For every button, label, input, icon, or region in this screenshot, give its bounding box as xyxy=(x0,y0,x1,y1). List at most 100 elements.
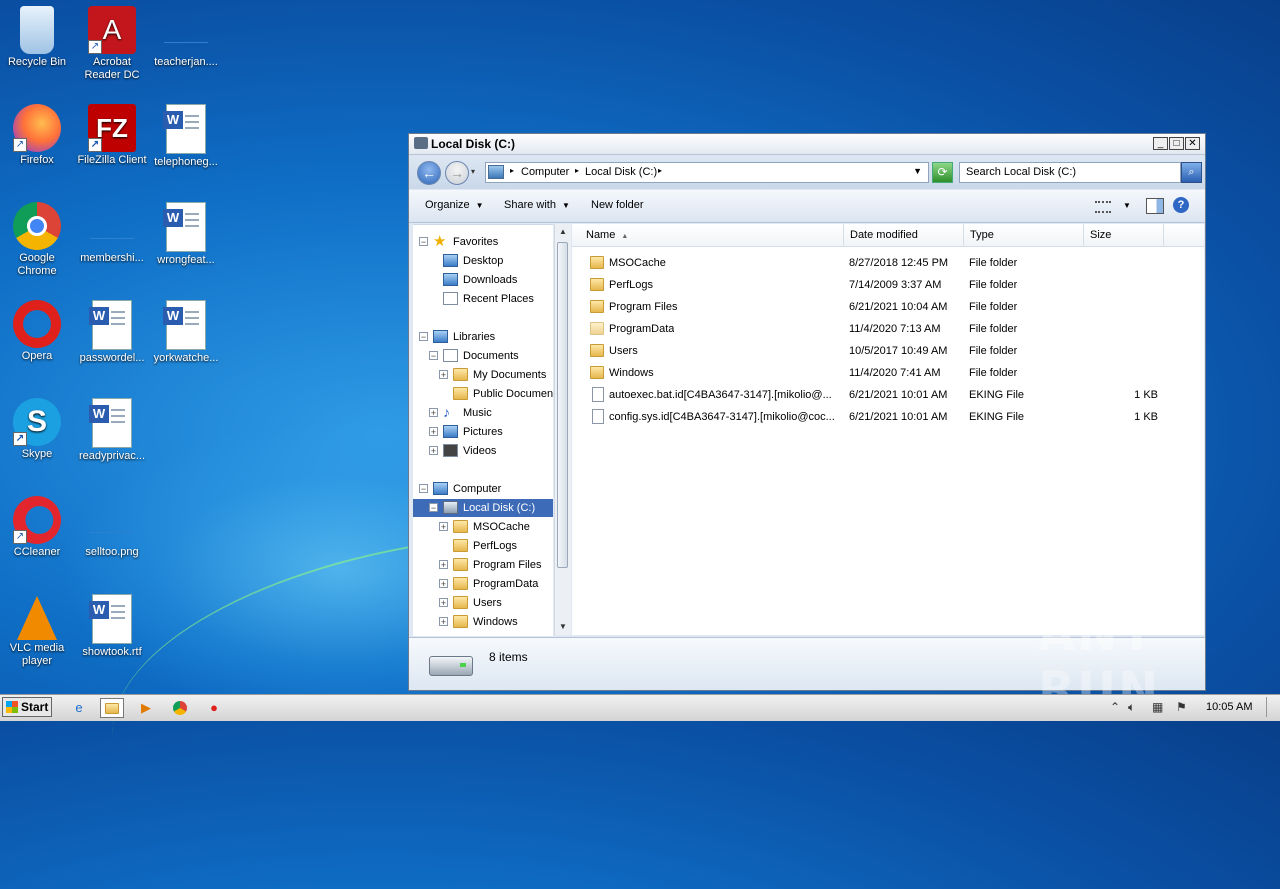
desktop-icon-showtook[interactable]: W showtook.rtf xyxy=(75,588,149,659)
preview-pane-icon[interactable] xyxy=(1146,198,1164,214)
collapse-icon[interactable]: − xyxy=(419,484,428,494)
column-name[interactable]: Name ▲ xyxy=(572,224,844,246)
nav-music[interactable]: + ♪ Music xyxy=(413,404,553,422)
file-row[interactable]: config.sys.id[C4BA3647-3147].[mikolio@co… xyxy=(572,406,1204,428)
desktop-icon-membershi[interactable]: membershi... xyxy=(75,196,149,265)
expand-icon[interactable]: + xyxy=(439,579,448,589)
file-row[interactable]: Windows 11/4/2020 7:41 AM File folder xyxy=(572,362,1204,384)
breadcrumb-chevron-icon[interactable]: ▸ xyxy=(658,166,662,175)
opera-taskbar-icon[interactable]: ● xyxy=(202,698,226,718)
desktop-icon-yorkwatche[interactable]: W yorkwatche... xyxy=(149,294,223,365)
file-row[interactable]: MSOCache 8/27/2018 12:45 PM File folder xyxy=(572,252,1204,274)
nav-public-documents[interactable]: Public Documents xyxy=(413,385,553,403)
desktop-icon-vlc[interactable]: VLC media player xyxy=(0,588,74,668)
desktop-icon-acrobat[interactable]: A ↗ Acrobat Reader DC xyxy=(75,0,149,82)
maximize-button[interactable]: □ xyxy=(1169,137,1184,150)
chrome-taskbar-icon[interactable] xyxy=(168,698,192,718)
address-bar[interactable]: ▸ Computer ▸ Local Disk (C:) ▸ ▼ xyxy=(485,162,929,183)
taskbar-explorer-button[interactable] xyxy=(100,698,124,718)
show-desktop-button[interactable] xyxy=(1266,697,1279,717)
breadcrumb-local-disk[interactable]: Local Disk (C:) xyxy=(585,166,657,178)
desktop-icon-opera[interactable]: Opera xyxy=(0,294,74,363)
nav-documents[interactable]: − Documents xyxy=(413,347,553,365)
breadcrumb-chevron-icon[interactable]: ▸ xyxy=(510,166,514,175)
expand-icon[interactable]: + xyxy=(439,617,448,627)
desktop-icon-chrome[interactable]: Google Chrome xyxy=(0,196,74,278)
desktop-icon-selltoo[interactable]: selltoo.png xyxy=(75,490,149,559)
view-options-chevron-icon[interactable]: ▼ xyxy=(1123,201,1131,210)
expand-icon[interactable]: + xyxy=(439,370,448,380)
recent-pages-chevron-icon[interactable]: ▾ xyxy=(471,167,475,176)
nav-downloads[interactable]: Downloads xyxy=(413,271,553,289)
column-size[interactable]: Size xyxy=(1084,224,1164,246)
expand-icon[interactable]: + xyxy=(429,446,438,456)
network-icon[interactable]: ▦ xyxy=(1152,700,1163,714)
breadcrumb-computer[interactable]: Computer xyxy=(521,166,569,178)
close-button[interactable]: ✕ xyxy=(1185,137,1200,150)
scroll-down-icon[interactable]: ▼ xyxy=(555,619,571,635)
file-row[interactable]: autoexec.bat.id[C4BA3647-3147].[mikolio@… xyxy=(572,384,1204,406)
nav-program-files[interactable]: + Program Files xyxy=(413,556,553,574)
desktop-icon-filezilla[interactable]: FZ ↗ FileZilla Client xyxy=(75,98,149,167)
file-row[interactable]: Users 10/5/2017 10:49 AM File folder xyxy=(572,340,1204,362)
nav-libraries[interactable]: − Libraries xyxy=(413,328,553,346)
collapse-icon[interactable]: − xyxy=(429,351,438,361)
nav-msocache[interactable]: + MSOCache xyxy=(413,518,553,536)
nav-recent-places[interactable]: Recent Places xyxy=(413,290,553,308)
new-folder-button[interactable]: New folder xyxy=(591,199,644,211)
desktop-icon-skype[interactable]: S ↗ Skype xyxy=(0,392,74,461)
collapse-icon[interactable]: − xyxy=(419,332,428,342)
column-type[interactable]: Type xyxy=(964,224,1084,246)
desktop-icon-firefox[interactable]: ↗ Firefox xyxy=(0,98,74,167)
clock[interactable]: 10:05 AM xyxy=(1206,701,1252,713)
file-row[interactable]: Program Files 6/21/2021 10:04 AM File fo… xyxy=(572,296,1204,318)
forward-button[interactable]: → xyxy=(445,161,469,185)
collapse-icon[interactable]: − xyxy=(419,237,428,247)
desktop-icon-wrongfeat[interactable]: W wrongfeat... xyxy=(149,196,223,267)
nav-scrollbar[interactable]: ▲ ▼ xyxy=(554,224,571,635)
refresh-button[interactable]: ⟳ xyxy=(932,162,953,183)
expand-icon[interactable]: + xyxy=(439,560,448,570)
scroll-thumb[interactable] xyxy=(557,242,568,568)
nav-perflogs[interactable]: PerfLogs xyxy=(413,537,553,555)
scroll-up-icon[interactable]: ▲ xyxy=(555,224,571,240)
help-icon[interactable]: ? xyxy=(1173,197,1189,213)
desktop-icon-telephoneg[interactable]: W telephoneg... xyxy=(149,98,223,169)
change-view-icon[interactable] xyxy=(1095,201,1111,213)
back-button[interactable]: ← xyxy=(417,161,441,185)
address-dropdown-icon[interactable]: ▼ xyxy=(913,166,922,176)
desktop-icon-ccleaner[interactable]: ↗ CCleaner xyxy=(0,490,74,559)
nav-favorites[interactable]: − ★ Favorites xyxy=(413,233,553,251)
volume-icon[interactable]: 🔈︎ xyxy=(1128,700,1135,715)
file-list[interactable]: Name ▲ Date modified Type Size MSOCache 8… xyxy=(572,224,1204,635)
action-center-flag-icon[interactable]: ⚑ xyxy=(1176,700,1187,714)
navigation-pane[interactable]: − ★ Favorites Desktop Downloads Recent P… xyxy=(413,224,553,636)
nav-users[interactable]: + Users xyxy=(413,594,553,612)
start-button[interactable]: Start xyxy=(2,697,52,717)
desktop-icon-passwordel[interactable]: W passwordel... xyxy=(75,294,149,365)
show-hidden-icons-icon[interactable]: ⌃ xyxy=(1110,700,1120,714)
search-input[interactable]: Search Local Disk (C:) xyxy=(959,162,1181,183)
nav-windows[interactable]: + Windows xyxy=(413,613,553,631)
desktop-icon-recycle-bin[interactable]: Recycle Bin xyxy=(0,0,74,69)
media-player-icon[interactable]: ▶ xyxy=(134,698,158,718)
desktop-icon-teacherjan[interactable]: teacherjan.... xyxy=(149,0,223,69)
internet-explorer-icon[interactable]: e xyxy=(67,698,91,718)
minimize-button[interactable]: _ xyxy=(1153,137,1168,150)
search-icon[interactable]: ⌕ xyxy=(1181,162,1202,183)
nav-pictures[interactable]: + Pictures xyxy=(413,423,553,441)
breadcrumb-chevron-icon[interactable]: ▸ xyxy=(575,166,579,175)
file-row[interactable]: PerfLogs 7/14/2009 3:37 AM File folder xyxy=(572,274,1204,296)
column-date-modified[interactable]: Date modified xyxy=(844,224,964,246)
file-row[interactable]: ProgramData 11/4/2020 7:13 AM File folde… xyxy=(572,318,1204,340)
desktop-icon-readyprivac[interactable]: W readyprivac... xyxy=(75,392,149,463)
nav-videos[interactable]: + Videos xyxy=(413,442,553,460)
expand-icon[interactable]: + xyxy=(429,427,438,437)
organize-button[interactable]: Organize ▼ xyxy=(425,199,484,211)
collapse-icon[interactable]: − xyxy=(429,503,438,513)
nav-my-documents[interactable]: + My Documents xyxy=(413,366,553,384)
nav-computer[interactable]: − Computer xyxy=(413,480,553,498)
expand-icon[interactable]: + xyxy=(439,522,448,532)
expand-icon[interactable]: + xyxy=(429,408,438,418)
nav-desktop[interactable]: Desktop xyxy=(413,252,553,270)
